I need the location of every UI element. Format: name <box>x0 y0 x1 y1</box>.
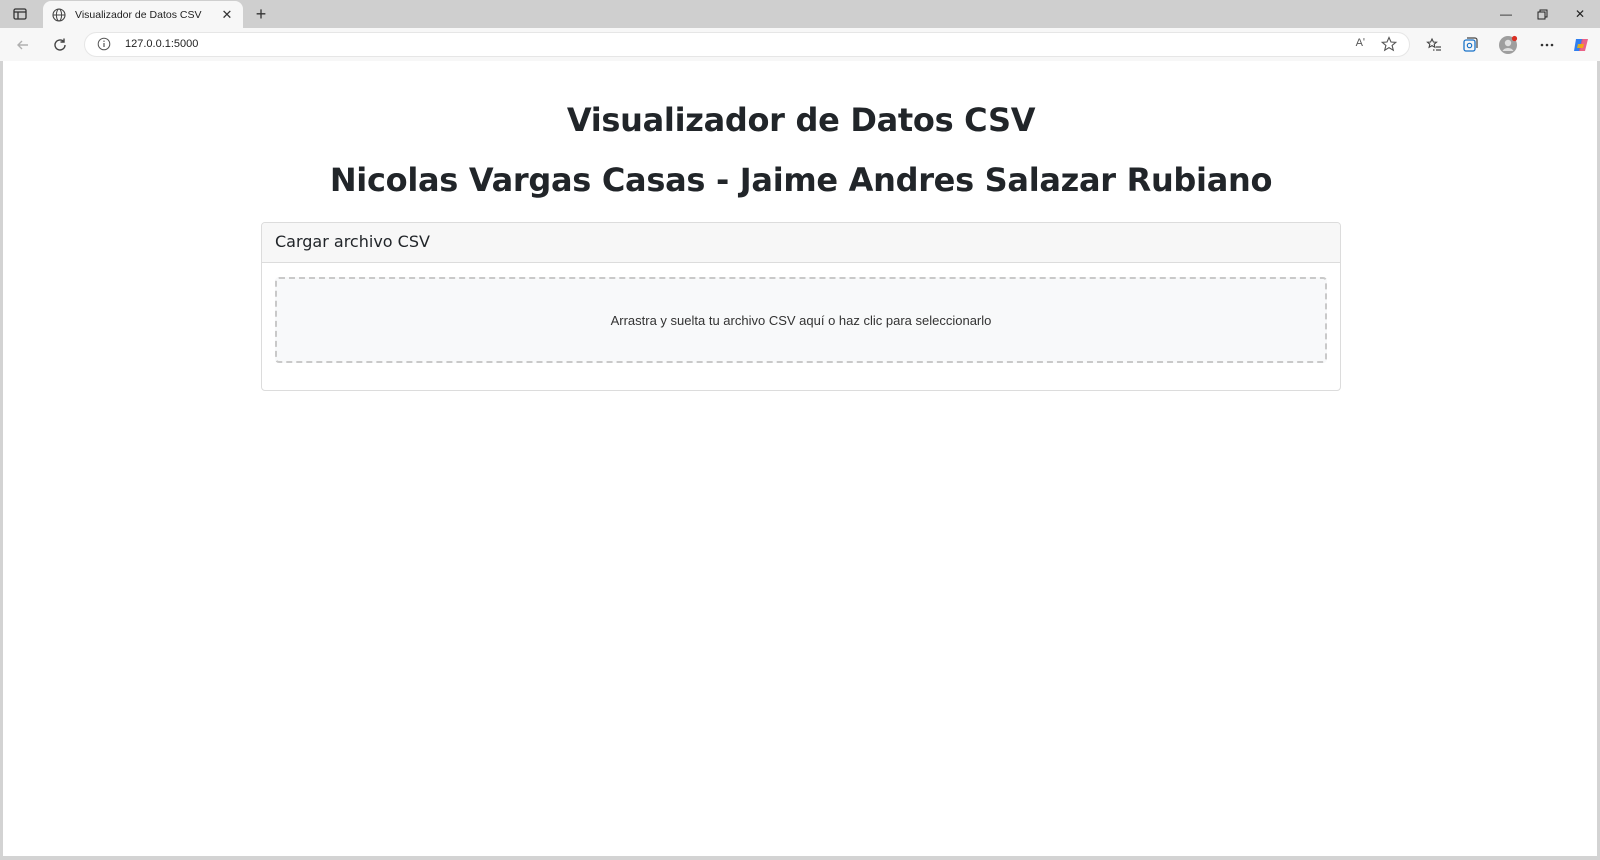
more-options-icon[interactable] <box>1536 34 1558 56</box>
csv-dropzone[interactable]: Arrastra y suelta tu archivo CSV aquí o … <box>275 277 1327 363</box>
upload-card: Cargar archivo CSV Arrastra y suelta tu … <box>261 222 1341 391</box>
restore-icon[interactable] <box>1522 0 1562 28</box>
refresh-icon[interactable] <box>49 34 71 56</box>
page-title: Visualizador de Datos CSV <box>566 101 1036 139</box>
site-info-icon[interactable] <box>97 37 112 52</box>
favorite-star-icon[interactable] <box>1380 36 1398 57</box>
close-tab-icon[interactable]: ✕ <box>219 7 235 23</box>
new-tab-button[interactable]: + <box>251 4 271 24</box>
browser-toolbar: 127.0.0.1:5000 Aʹ <box>0 28 1600 61</box>
close-window-icon[interactable]: ✕ <box>1560 0 1600 28</box>
read-aloud-icon[interactable]: Aʹ <box>1356 37 1365 49</box>
back-icon[interactable] <box>12 34 34 56</box>
collections-icon[interactable] <box>1459 34 1481 56</box>
favorites-icon[interactable] <box>1423 34 1445 56</box>
tab-strip: Visualizador de Datos CSV ✕ + — ✕ <box>0 0 1600 28</box>
page-viewport: Visualizador de Datos CSV Nicolas Vargas… <box>3 61 1597 856</box>
minimize-icon[interactable]: — <box>1486 0 1526 28</box>
tab-title: Visualizador de Datos CSV <box>75 8 202 21</box>
url-text: 127.0.0.1:5000 <box>125 38 199 50</box>
upload-card-title: Cargar archivo CSV <box>275 232 430 251</box>
copilot-icon[interactable] <box>1570 34 1592 56</box>
authors-heading: Nicolas Vargas Casas - Jaime Andres Sala… <box>329 161 1273 199</box>
browser-tab[interactable]: Visualizador de Datos CSV ✕ <box>43 1 243 28</box>
profile-avatar-icon[interactable] <box>1497 34 1519 56</box>
dropzone-text: Arrastra y suelta tu archivo CSV aquí o … <box>610 312 992 328</box>
upload-card-header: Cargar archivo CSV <box>262 223 1340 263</box>
address-bar[interactable]: 127.0.0.1:5000 Aʹ <box>84 32 1410 57</box>
tab-actions-icon[interactable] <box>8 5 32 23</box>
globe-icon <box>51 7 67 23</box>
